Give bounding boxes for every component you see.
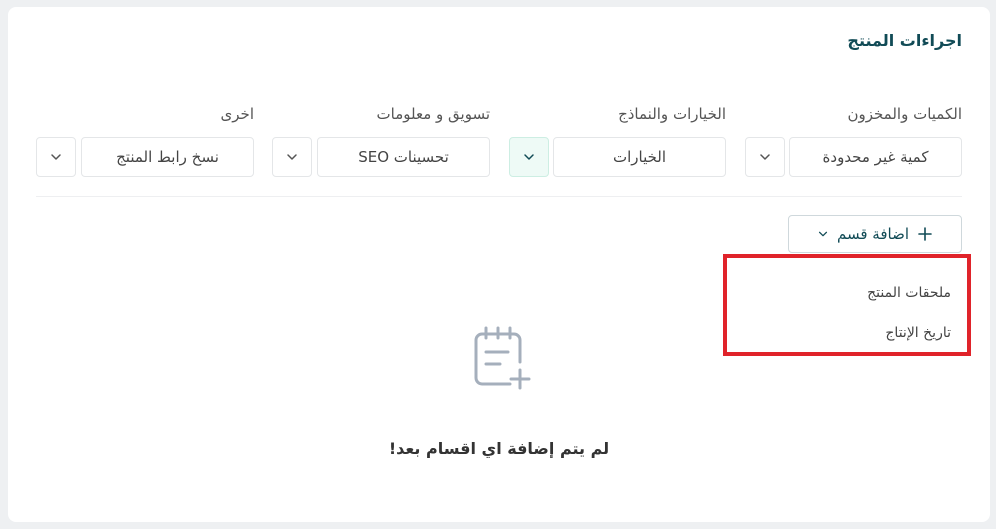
plus-icon [918,227,932,241]
card-title: اجراءات المنتج [847,31,962,50]
chevron-down-icon [51,154,61,160]
other-dropdown-toggle[interactable] [36,137,76,177]
options-select-value: الخيارات [612,148,667,166]
empty-state-message: لم يتم إضافة اي اقسام بعد! [388,439,610,458]
divider [36,196,962,197]
chevron-down-icon [524,154,534,160]
group-other: اخرى نسخ رابط المنتج [36,105,254,185]
chevron-down-icon [760,154,770,160]
marketing-select-value: تحسينات SEO [358,148,449,166]
add-section-dropdown: ملحقات المنتج تاريخ الإنتاج [723,254,971,356]
quantity-dropdown-toggle[interactable] [745,137,785,177]
marketing-select[interactable]: تحسينات SEO [317,137,490,177]
group-label-marketing: تسويق و معلومات [376,105,490,123]
group-quantities: الكميات والمخزون كمية غير محدودة [745,105,962,185]
chevron-down-icon [287,154,297,160]
dropdown-item-product-addons[interactable]: ملحقات المنتج [867,285,951,301]
add-section-label: اضافة قسم [837,225,909,243]
options-dropdown-toggle[interactable] [509,137,549,177]
marketing-dropdown-toggle[interactable] [272,137,312,177]
group-label-quantities: الكميات والمخزون [847,105,962,123]
quantity-select[interactable]: كمية غير محدودة [789,137,962,177]
action-groups: الكميات والمخزون كمية غير محدودة الخيارا… [8,105,990,185]
product-actions-card: اجراءات المنتج الكميات والمخزون كمية غير… [8,7,990,522]
group-marketing: تسويق و معلومات تحسينات SEO [272,105,490,185]
chevron-down-icon [818,231,828,237]
group-options: الخيارات والنماذج الخيارات [509,105,726,185]
options-select[interactable]: الخيارات [553,137,726,177]
group-label-other: اخرى [220,105,254,123]
add-section-button[interactable]: اضافة قسم [788,215,962,253]
other-select[interactable]: نسخ رابط المنتج [81,137,254,177]
dropdown-item-production-date[interactable]: تاريخ الإنتاج [885,325,951,341]
other-select-value: نسخ رابط المنتج [116,148,219,166]
quantity-select-value: كمية غير محدودة [822,148,929,166]
group-label-options: الخيارات والنماذج [618,105,726,123]
notepad-plus-icon [474,326,531,390]
